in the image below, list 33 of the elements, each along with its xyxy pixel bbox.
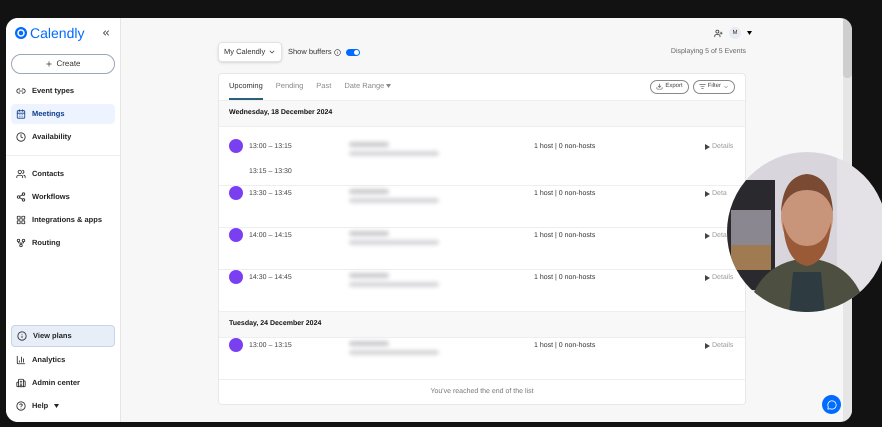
clock-icon [16, 132, 26, 142]
caret-icon [54, 404, 60, 408]
plus-icon [45, 60, 54, 68]
help-icon [16, 401, 26, 411]
play-icon [705, 191, 710, 198]
grid-icon [16, 215, 26, 225]
caret-icon [386, 84, 392, 88]
link-icon [16, 86, 26, 96]
logo-text: Calendly [30, 26, 84, 40]
chevron-down-icon [723, 84, 729, 90]
play-icon [705, 343, 710, 350]
share-icon [16, 192, 26, 202]
contacts-icon [16, 169, 26, 179]
info-icon [334, 48, 341, 56]
download-icon [656, 83, 664, 90]
scrollbar-thumb[interactable] [843, 18, 852, 78]
calendar-icon [16, 109, 26, 119]
chart-icon [16, 355, 26, 365]
add-user-icon[interactable] [714, 28, 723, 38]
filter-icon [698, 83, 706, 90]
routing-icon [16, 238, 26, 248]
play-icon [705, 275, 710, 282]
caret-icon [747, 31, 752, 35]
collapse-icon[interactable] [101, 28, 111, 38]
building-icon [16, 378, 26, 388]
buffers-toggle[interactable] [346, 48, 360, 56]
chevron-down-icon [268, 48, 276, 56]
info-icon [17, 331, 27, 341]
play-icon [705, 144, 710, 150]
create-button[interactable]: Create [11, 54, 115, 74]
logo-icon [15, 27, 27, 39]
play-icon [705, 233, 710, 240]
chat-icon [826, 400, 836, 410]
